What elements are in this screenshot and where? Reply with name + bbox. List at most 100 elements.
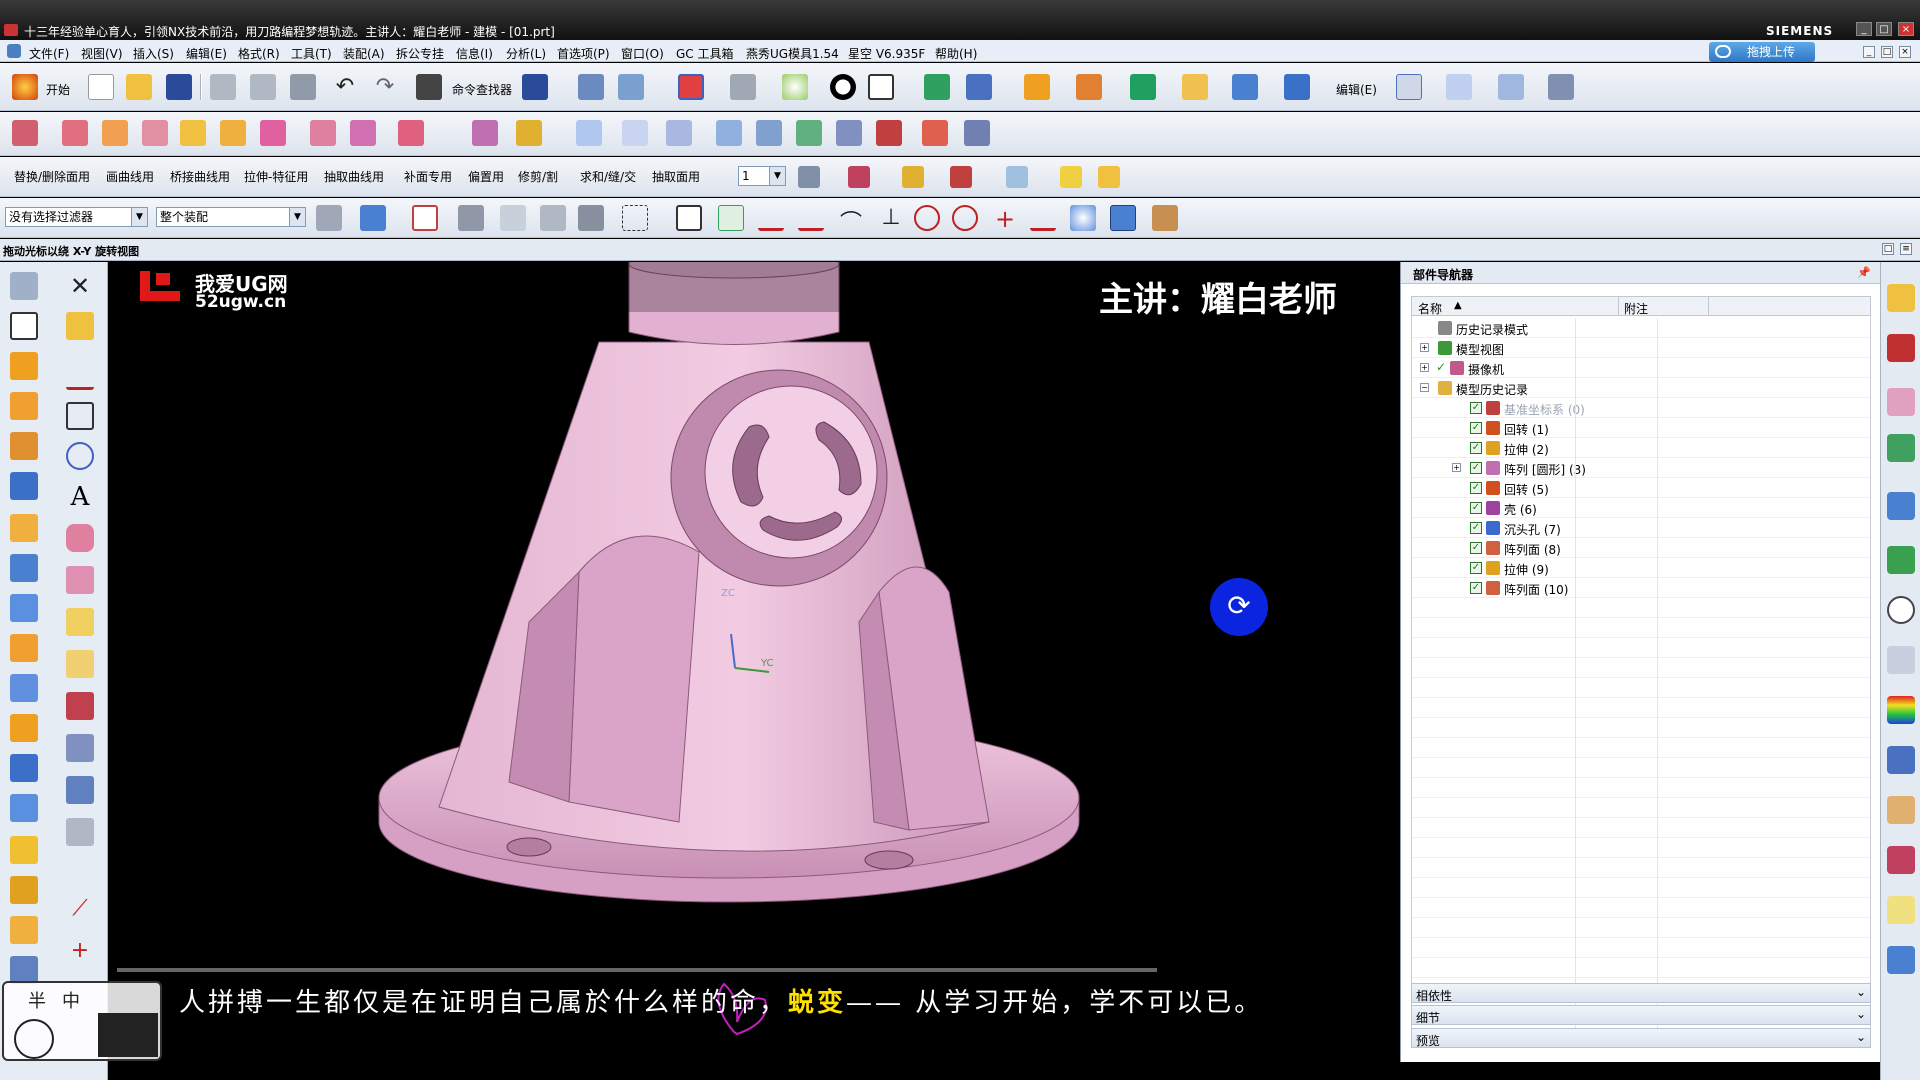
point-on-curve-icon[interactable] xyxy=(1030,205,1056,231)
feature-3-icon[interactable] xyxy=(102,120,128,146)
lighting-icon[interactable] xyxy=(782,74,808,100)
split-body-icon[interactable] xyxy=(10,794,38,822)
move-face-icon[interactable] xyxy=(10,876,38,904)
minimize-button[interactable]: _ xyxy=(1856,22,1872,36)
surface-7-icon[interactable] xyxy=(836,120,862,146)
surface-9-icon[interactable] xyxy=(922,120,948,146)
graphics-window[interactable]: 我爱UG网 52ugw.cn 主讲：耀白老师 ZC YC ⟳ 人拼搏一生都仅是在… xyxy=(109,262,1399,1080)
save-icon[interactable] xyxy=(166,74,192,100)
feature-12-icon[interactable] xyxy=(516,120,542,146)
end-point-icon[interactable] xyxy=(718,205,744,231)
arc-center-icon[interactable] xyxy=(914,205,940,231)
snap-point-icon[interactable] xyxy=(412,205,438,231)
tree-row[interactable]: + ✓ 摄像机 xyxy=(1412,358,1870,378)
feature-9-icon[interactable] xyxy=(350,120,376,146)
visibility-checkbox[interactable]: ✓ xyxy=(1470,522,1482,534)
tree-row[interactable]: ✓ 沉头孔 (7) xyxy=(1412,518,1870,538)
menu-format[interactable]: 格式(R) xyxy=(238,45,280,62)
visibility-checkbox[interactable]: ✓ xyxy=(1470,482,1482,494)
block-icon[interactable] xyxy=(1182,74,1208,100)
expand-icon[interactable]: + xyxy=(1420,343,1429,352)
features-icon[interactable] xyxy=(1076,74,1102,100)
delete-face-icon[interactable] xyxy=(10,956,38,984)
trim-body-icon[interactable] xyxy=(10,754,38,782)
section-preview[interactable]: 预览 ⌄ xyxy=(1411,1028,1871,1048)
surface-4-icon[interactable] xyxy=(716,120,742,146)
tangent-icon[interactable]: ⊥ xyxy=(878,205,904,231)
process-studio-icon[interactable] xyxy=(1887,746,1915,774)
arc-icon[interactable]: ⌒ xyxy=(838,205,864,236)
surface-icon[interactable] xyxy=(1396,74,1422,100)
system-scene-icon[interactable] xyxy=(1887,846,1915,874)
shell-icon[interactable] xyxy=(10,634,38,662)
surface-2-icon[interactable] xyxy=(622,120,648,146)
inferred-point-icon[interactable] xyxy=(676,205,702,231)
surface-6-icon[interactable] xyxy=(796,120,822,146)
feature-7-icon[interactable] xyxy=(260,120,286,146)
patch-face-menu[interactable]: 补面专用 xyxy=(404,168,452,185)
menu-mold-split[interactable]: 拆公专挂 xyxy=(396,45,444,62)
constraint-navigator-icon[interactable] xyxy=(1887,334,1915,362)
copy-icon[interactable] xyxy=(250,74,276,100)
surface-point-icon[interactable] xyxy=(1070,205,1096,231)
menu-analysis[interactable]: 分析(L) xyxy=(506,45,546,62)
quick-trim-icon[interactable]: ✕ xyxy=(66,272,94,300)
intersection-icon[interactable]: + xyxy=(992,205,1018,233)
check-icon[interactable]: ✓ xyxy=(1436,360,1446,374)
feature-4-icon[interactable] xyxy=(142,120,168,146)
paste-icon[interactable] xyxy=(290,74,316,100)
csys-icon[interactable] xyxy=(966,74,992,100)
tools-icon[interactable] xyxy=(1152,205,1178,231)
derived-line-icon[interactable]: ⟋ xyxy=(66,896,94,924)
collapse-icon[interactable]: − xyxy=(1420,383,1429,392)
rotate-view-icon[interactable]: ⟳ xyxy=(1210,578,1268,636)
layer-spinner[interactable]: 1 ▼ xyxy=(738,166,786,186)
undo-selection-icon[interactable] xyxy=(458,205,484,231)
surface-3-icon[interactable] xyxy=(666,120,692,146)
menu-yanxiu-mold[interactable]: 燕秀UG模具1.54 xyxy=(746,45,839,62)
intersect-curve-icon[interactable] xyxy=(66,734,94,762)
extract-curve-menu[interactable]: 抽取曲线用 xyxy=(324,168,384,185)
history-icon[interactable] xyxy=(1887,596,1915,624)
surface-5-icon[interactable] xyxy=(756,120,782,146)
unite-sew-menu[interactable]: 求和/缝/交 xyxy=(580,168,636,185)
surface-10-icon[interactable] xyxy=(964,120,990,146)
menu-gc-toolbox[interactable]: GC 工具箱 xyxy=(676,45,734,62)
project-curve-icon[interactable] xyxy=(66,692,94,720)
menu-window[interactable]: 窗口(O) xyxy=(621,45,664,62)
sheet-icon[interactable] xyxy=(1446,74,1472,100)
bridge-curve-menu[interactable]: 桥接曲线用 xyxy=(170,168,230,185)
quadrant-icon[interactable] xyxy=(952,205,978,231)
palette-icon[interactable] xyxy=(1887,646,1915,674)
polygon-tool-icon[interactable] xyxy=(66,566,94,594)
redo-icon[interactable]: ↷ xyxy=(372,74,398,100)
column-note[interactable]: 附注 xyxy=(1624,300,1648,317)
crosshair-icon[interactable] xyxy=(540,205,566,231)
selection-scope-dropdown[interactable]: 整个装配 ▼ xyxy=(156,207,306,227)
tree-row[interactable]: − 模型历史记录 xyxy=(1412,378,1870,398)
layer-move-icon[interactable] xyxy=(848,166,870,188)
start-icon[interactable] xyxy=(12,74,38,100)
wcs-icon[interactable] xyxy=(950,166,972,188)
reuse-library-icon[interactable] xyxy=(1887,434,1915,462)
chevron-down-icon[interactable]: ▼ xyxy=(289,208,305,226)
select-features-icon[interactable] xyxy=(360,205,386,231)
sort-up-icon[interactable]: ▲ xyxy=(1454,300,1462,311)
extract-face-menu[interactable]: 抽取面用 xyxy=(652,168,700,185)
tree-row[interactable]: ✓ 壳 (6) xyxy=(1412,498,1870,518)
edit-menu-label[interactable]: 编辑(E) xyxy=(1336,81,1377,98)
datum-plane-icon[interactable] xyxy=(66,312,94,340)
fit-view-icon[interactable] xyxy=(678,74,704,100)
visibility-checkbox[interactable]: ✓ xyxy=(1470,402,1482,414)
cut-icon[interactable] xyxy=(210,74,236,100)
visibility-checkbox[interactable]: ✓ xyxy=(1470,562,1482,574)
web-browser-icon[interactable] xyxy=(1887,546,1915,574)
line-icon[interactable] xyxy=(758,205,784,231)
revolve-icon[interactable] xyxy=(10,392,38,420)
trim-icon[interactable] xyxy=(1498,74,1524,100)
nx-app-icon[interactable] xyxy=(4,24,18,36)
snap-view-icon[interactable] xyxy=(578,74,604,100)
offset-icon[interactable] xyxy=(1548,74,1574,100)
chamfer-icon[interactable] xyxy=(10,714,38,742)
command-finder-label[interactable]: 命令查找器 xyxy=(452,81,512,98)
